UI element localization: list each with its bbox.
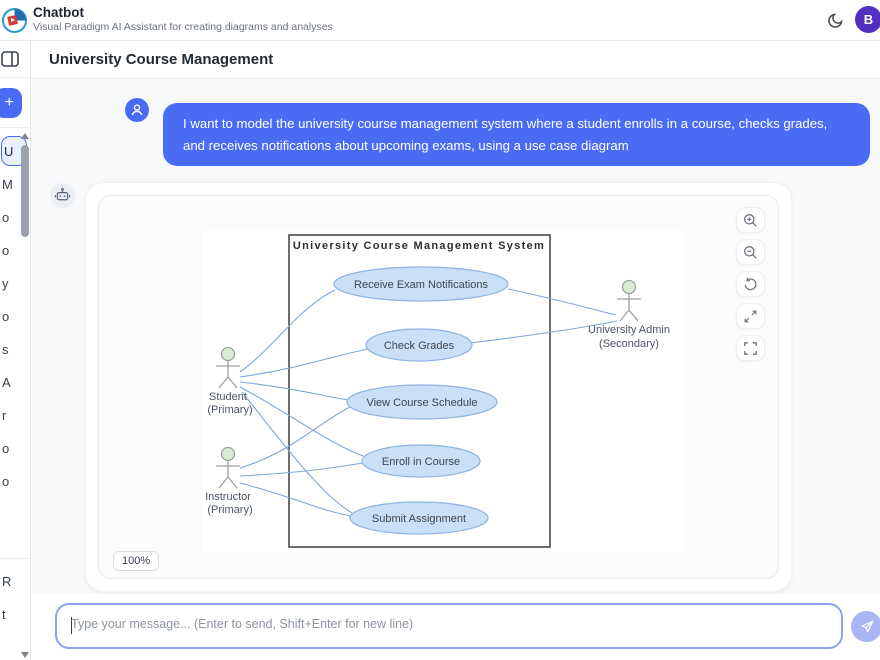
reset-view-button[interactable] [736,271,765,297]
zoom-out-icon [743,245,758,260]
sidebar-scrollbar[interactable] [20,133,29,658]
zoom-in-button[interactable] [736,207,765,233]
actor-student-name: Student [209,391,247,403]
use-case-label: Receive Exam Notifications [354,279,488,291]
actor-instructor[interactable] [216,448,240,489]
moon-icon [827,11,845,29]
app-window: Chatbot Visual Paradigm AI Assistant for… [0,0,880,660]
app-subtitle: Visual Paradigm AI Assistant for creatin… [33,21,333,34]
system-boundary-title: University Course Management System [293,240,545,252]
zoom-level-badge: 100% [113,551,159,571]
user-message-avatar [125,98,149,122]
scroll-up-arrow-icon[interactable] [21,133,29,139]
actor-instructor-name: Instructor [205,491,251,503]
use-case-diagram-canvas[interactable]: University Course Management System [202,230,685,552]
reset-icon [743,277,758,292]
actor-head [623,281,636,294]
actor-instructor-role: (Primary) [207,504,252,516]
dark-mode-toggle[interactable] [825,10,847,32]
sidebar-panel-icon [1,51,19,67]
send-paper-plane-icon [859,619,875,635]
composer-bar [31,594,880,660]
chat-area: I want to model the university course ma… [31,79,880,594]
use-case-label: Submit Assignment [372,513,466,525]
person-icon [130,103,144,117]
sidebar-toggle-button[interactable] [1,51,19,67]
send-button[interactable] [851,611,880,642]
use-case-diagram-svg: University Course Management System [202,230,685,552]
page-title: University Course Management [49,51,273,68]
fullscreen-icon [743,341,758,356]
diagram-viewer-panel: University Course Management System [98,195,779,579]
actor-student-role: (Primary) [207,404,252,416]
sidebar: + U M o o y o s A r o o R t [0,41,31,660]
page-header: University Course Management [31,41,880,79]
visual-paradigm-logo-icon [2,8,27,33]
top-bar: Chatbot Visual Paradigm AI Assistant for… [0,0,880,41]
use-case-label: View Course Schedule [366,397,477,409]
user-account-avatar[interactable]: B [855,6,880,33]
scroll-down-arrow-icon[interactable] [21,652,29,658]
zoom-out-button[interactable] [736,239,765,265]
scrollbar-thumb[interactable] [21,145,29,237]
expand-button[interactable] [736,303,765,329]
brand-block: Chatbot Visual Paradigm AI Assistant for… [33,4,333,34]
app-title: Chatbot [33,4,333,21]
actor-head [222,348,235,361]
actor-student[interactable] [216,348,240,389]
text-cursor [71,617,72,634]
bot-response-card: University Course Management System [85,182,792,592]
use-case-label: Check Grades [384,340,455,352]
message-input[interactable] [57,605,841,647]
actor-university-admin[interactable] [617,281,641,322]
new-chat-button[interactable]: + [0,88,22,118]
actor-admin-role: (Secondary) [599,338,659,350]
robot-icon [54,187,71,204]
fullscreen-button[interactable] [736,335,765,361]
message-input-box [55,603,843,649]
expand-arrows-icon [743,309,758,324]
use-case-label: Enroll in Course [382,456,460,468]
actor-admin-name: University Admin [588,324,670,336]
sidebar-header [0,41,30,78]
bot-message-avatar [50,183,75,208]
user-message-bubble: I want to model the university course ma… [163,103,870,166]
actor-head [222,448,235,461]
zoom-in-icon [743,213,758,228]
diagram-zoom-toolbar [736,207,765,361]
